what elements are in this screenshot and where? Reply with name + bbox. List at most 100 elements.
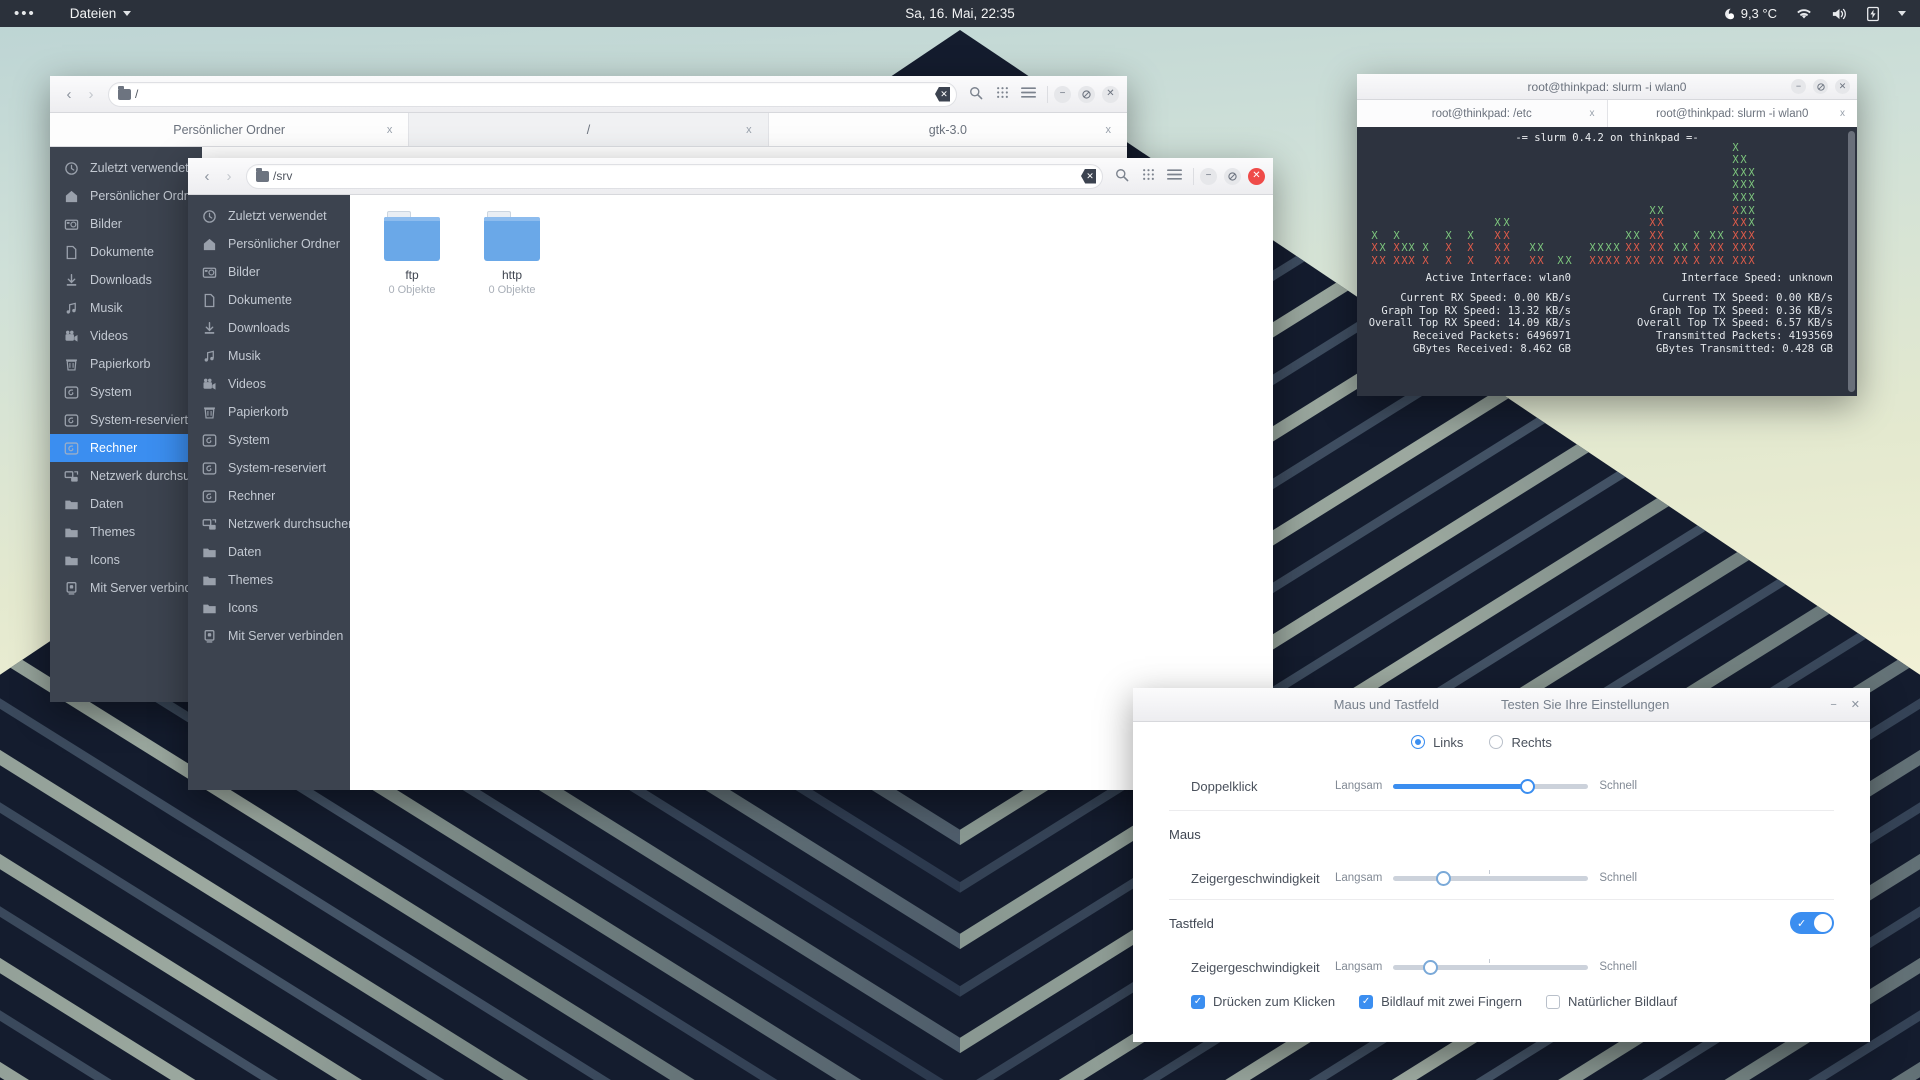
volume-icon[interactable]: [1831, 7, 1848, 21]
tap-to-click-option[interactable]: ✓ Drücken zum Klicken: [1191, 994, 1335, 1009]
sidebar-item-themes[interactable]: Themes: [188, 566, 350, 594]
maximize-button[interactable]: [1224, 167, 1241, 185]
slider-knob[interactable]: [1422, 959, 1438, 975]
sidebar-item-system[interactable]: System: [50, 378, 202, 406]
sidebar-item-pers-nlicher-ordner[interactable]: Persönlicher Ordner: [50, 182, 202, 210]
sidebar-item-videos[interactable]: Videos: [188, 370, 350, 398]
sidebar-item-downloads[interactable]: Downloads: [50, 266, 202, 294]
sidebar-item-mit-server-verbinden[interactable]: Mit Server verbinden: [188, 622, 350, 650]
sidebar-item-papierkorb[interactable]: Papierkorb: [188, 398, 350, 426]
clock[interactable]: Sa, 16. Mai, 22:35: [0, 6, 1920, 21]
mouse-settings-window-root[interactable]: Maus und Tastfeld Testen Sie Ihre Einste…: [1133, 688, 1870, 1042]
sidebar-item-zuletzt-verwendet[interactable]: Zuletzt verwendet: [50, 154, 202, 182]
close-button[interactable]: ✕: [1248, 167, 1265, 185]
sidebar-item-musik[interactable]: Musik: [50, 294, 202, 322]
sidebar-item-bilder[interactable]: Bilder: [50, 210, 202, 238]
sidebar-item-papierkorb[interactable]: Papierkorb: [50, 350, 202, 378]
path-entry[interactable]: /srv ✕: [246, 163, 1103, 189]
settings-test-button[interactable]: Testen Sie Ihre Einstellungen: [1501, 697, 1669, 712]
graph-column: XXX: [1633, 230, 1640, 268]
sidebar-item-system[interactable]: System: [188, 426, 350, 454]
minimize-button[interactable]: −: [1830, 699, 1836, 711]
minimize-button[interactable]: −: [1791, 79, 1806, 94]
file-item[interactable]: ftp 0 Objekte: [374, 211, 450, 296]
search-icon[interactable]: [963, 86, 989, 103]
two-finger-scroll-option[interactable]: ✓ Bildlauf mit zwei Fingern: [1359, 994, 1522, 1009]
sidebar-item-icons[interactable]: Icons: [50, 546, 202, 574]
terminal-tab-0[interactable]: root@thinkpad: /etc x: [1357, 100, 1608, 127]
close-button[interactable]: ✕: [1102, 85, 1119, 103]
sidebar-item-dokumente[interactable]: Dokumente: [188, 286, 350, 314]
maximize-button[interactable]: [1813, 79, 1828, 94]
wifi-icon[interactable]: [1796, 7, 1812, 20]
mouse-speed-slider[interactable]: Langsam Schnell: [1335, 869, 1637, 886]
clear-icon[interactable]: ✕: [935, 86, 950, 102]
sidebar-item-system-reserviert[interactable]: System-reserviert: [188, 454, 350, 482]
minimize-button[interactable]: −: [1054, 85, 1071, 103]
forward-button[interactable]: ›: [80, 86, 102, 103]
sidebar-item-daten[interactable]: Daten: [50, 490, 202, 518]
sidebar-item-downloads[interactable]: Downloads: [188, 314, 350, 342]
battery-charging-icon[interactable]: [1867, 6, 1879, 22]
hamburger-menu-icon[interactable]: [1161, 168, 1187, 184]
tab-close-icon[interactable]: x: [1840, 108, 1845, 119]
touchpad-enable-toggle[interactable]: ✓: [1790, 912, 1834, 934]
path-entry[interactable]: / ✕: [108, 81, 957, 107]
terminal-content[interactable]: -= slurm 0.4.2 on thinkpad =- XXXXXXXXXX…: [1357, 127, 1857, 396]
maximize-button[interactable]: [1078, 85, 1095, 103]
sidebar-item-dokumente[interactable]: Dokumente: [50, 238, 202, 266]
slider-knob[interactable]: [1520, 778, 1536, 794]
tab-close-icon[interactable]: x: [1590, 108, 1595, 119]
active-app-menu[interactable]: Dateien: [70, 6, 132, 21]
doubleclick-slider[interactable]: Langsam Schnell: [1335, 778, 1637, 794]
forward-button[interactable]: ›: [218, 168, 240, 185]
touchpad-speed-slider[interactable]: Langsam Schnell: [1335, 958, 1637, 975]
tab-close-icon[interactable]: x: [1105, 124, 1111, 136]
sidebar-item-themes[interactable]: Themes: [50, 518, 202, 546]
files-window-2-root[interactable]: ‹ › /srv ✕ − ✕ Zuletzt verwendet Persönli…: [188, 158, 1273, 790]
close-button[interactable]: ✕: [1835, 79, 1850, 94]
slider-track[interactable]: [1393, 958, 1589, 975]
grid-view-icon[interactable]: [989, 86, 1015, 102]
weather-indicator[interactable]: 9,3 °C: [1721, 6, 1777, 21]
primary-left-radio[interactable]: Links: [1411, 735, 1463, 750]
sidebar-item-rechner[interactable]: Rechner: [50, 434, 202, 462]
back-button[interactable]: ‹: [196, 168, 218, 185]
terminal-tab-1[interactable]: root@thinkpad: slurm -i wlan0 x: [1607, 100, 1857, 127]
hamburger-menu-icon[interactable]: [1015, 86, 1041, 102]
sidebar-item-videos[interactable]: Videos: [50, 322, 202, 350]
grid-view-icon[interactable]: [1135, 168, 1161, 184]
sidebar-item-rechner[interactable]: Rechner: [188, 482, 350, 510]
minimize-button[interactable]: −: [1200, 167, 1217, 185]
tab-1[interactable]: / x: [409, 113, 769, 146]
sidebar-item-icons[interactable]: Icons: [188, 594, 350, 622]
rx-mark: X: [1748, 217, 1755, 230]
sidebar-item-netzwerk-durchsuchen[interactable]: Netzwerk durchsuchen: [50, 462, 202, 490]
close-button[interactable]: ✕: [1851, 698, 1860, 711]
sidebar-item-daten[interactable]: Daten: [188, 538, 350, 566]
sidebar-item-system-reserviert[interactable]: System-reserviert: [50, 406, 202, 434]
slider-knob[interactable]: [1436, 870, 1452, 886]
sidebar-item-zuletzt-verwendet[interactable]: Zuletzt verwendet: [188, 202, 350, 230]
tab-0[interactable]: Persönlicher Ordner x: [50, 113, 410, 146]
sidebar-item-mit-server-verbinden[interactable]: Mit Server verbinden: [50, 574, 202, 602]
terminal-scrollbar[interactable]: [1848, 131, 1855, 392]
tab-2[interactable]: gtk-3.0 x: [768, 113, 1127, 146]
primary-right-radio[interactable]: Rechts: [1489, 735, 1552, 750]
dots-menu-icon[interactable]: •••: [14, 6, 36, 21]
slider-track[interactable]: [1393, 778, 1589, 794]
back-button[interactable]: ‹: [58, 86, 80, 103]
slider-track[interactable]: [1393, 869, 1589, 886]
tab-close-icon[interactable]: x: [387, 124, 393, 136]
clear-icon[interactable]: ✕: [1081, 168, 1096, 184]
file-item[interactable]: http 0 Objekte: [474, 211, 550, 296]
terminal-window-root[interactable]: root@thinkpad: slurm -i wlan0 − ✕ root@t…: [1357, 74, 1857, 396]
sidebar-item-musik[interactable]: Musik: [188, 342, 350, 370]
sidebar-item-pers-nlicher-ordner[interactable]: Persönlicher Ordner: [188, 230, 350, 258]
tab-close-icon[interactable]: x: [746, 124, 752, 136]
natural-scroll-option[interactable]: Natürlicher Bildlauf: [1546, 994, 1677, 1009]
search-icon[interactable]: [1109, 168, 1135, 185]
sidebar-item-bilder[interactable]: Bilder: [188, 258, 350, 286]
sidebar-item-netzwerk-durchsuchen[interactable]: Netzwerk durchsuchen: [188, 510, 350, 538]
chevron-down-icon[interactable]: [1898, 11, 1906, 16]
